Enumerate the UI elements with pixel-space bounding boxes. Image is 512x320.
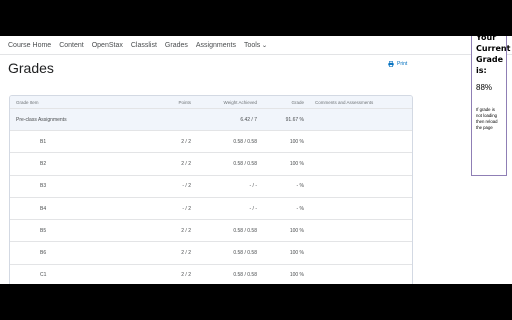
header-points: Points [178,99,191,105]
table-row: B2 2 / 2 0.58 / 0.58 100 % [10,152,412,174]
row-points: - / 2 [182,183,191,190]
category-grade: 91.67 % [285,116,304,123]
current-grade-value: 88% [476,83,493,92]
nav-content[interactable]: Content [59,42,84,49]
row-weight: - / - [249,205,258,212]
print-button[interactable]: Print [388,61,407,67]
row-weight: 0.58 / 0.58 [233,227,257,234]
nav-tools-menu[interactable]: Tools ⌄ [243,41,268,49]
nav-tools-label: Tools [243,41,261,49]
current-grade-heading: Your Current Grade is: [476,33,511,75]
row-grade: 100 % [289,272,304,279]
table-row: B5 2 / 2 0.58 / 0.58 100 % [10,219,412,241]
row-grade: 100 % [289,227,304,234]
row-item: B4 [40,205,47,212]
row-weight: - / - [249,183,258,190]
chevron-down-icon: ⌄ [261,42,268,49]
row-weight: 0.58 / 0.58 [233,138,257,145]
row-points: 2 / 2 [181,250,191,257]
category-row: Pre-class Assignments 6.42 / 7 91.67 % [10,108,412,130]
header-weight-achieved: Weight Achieved [223,99,257,105]
row-item: B1 [40,138,47,145]
row-grade: - % [296,205,305,212]
nav-grades[interactable]: Grades [165,42,188,49]
course-navbar: Course Home Content OpenStax Classlist G… [8,38,268,52]
table-row: B1 2 / 2 0.58 / 0.58 100 % [10,130,412,152]
category-name: Pre-class Assignments [16,116,67,123]
row-item: B2 [40,160,47,167]
header-grade-item: Grade Item [16,99,39,105]
row-grade: - % [296,183,305,190]
row-grade: 100 % [289,138,304,145]
row-weight: 0.58 / 0.58 [233,250,257,257]
header-comments: Comments and Assessments [315,99,374,105]
row-item: B5 [40,227,47,234]
row-points: 2 / 2 [181,272,191,279]
row-grade: 100 % [289,160,304,167]
row-weight: 0.58 / 0.58 [233,272,257,279]
row-points: - / 2 [182,205,191,212]
row-item: B6 [40,250,47,257]
row-points: 2 / 2 [181,138,191,145]
table-row: B4 - / 2 - / - - % [10,196,412,219]
printer-icon [388,61,394,67]
page-title: Grades [8,60,54,76]
header-grade: Grade [291,99,304,105]
row-weight: 0.58 / 0.58 [233,160,257,167]
table-header-row: Grade Item Points Weight Achieved Grade … [10,96,412,108]
table-row: C1 2 / 2 0.58 / 0.58 100 % [10,263,412,284]
row-points: 2 / 2 [181,227,191,234]
nav-openstax[interactable]: OpenStax [92,42,123,49]
nav-assignments[interactable]: Assignments [196,42,236,49]
table-row: B6 2 / 2 0.58 / 0.58 100 % [10,241,412,263]
print-label: Print [397,61,408,67]
row-points: 2 / 2 [181,160,191,167]
grades-table: Grade Item Points Weight Achieved Grade … [9,95,413,284]
browser-viewport: Course Home Content OpenStax Classlist G… [0,36,512,284]
table-row: B3 - / 2 - / - - % [10,174,412,197]
nav-classlist[interactable]: Classlist [131,42,157,49]
category-weight: 6.42 / 7 [240,116,257,123]
nav-course-home[interactable]: Course Home [8,42,51,49]
row-grade: 100 % [289,250,304,257]
current-grade-panel: Your Current Grade is: 88% If grade is n… [471,33,510,176]
row-item: C1 [40,272,47,279]
reload-note: If grade is not loading then reload the … [476,107,498,130]
row-item: B3 [40,183,47,190]
navbar-divider [0,54,512,55]
